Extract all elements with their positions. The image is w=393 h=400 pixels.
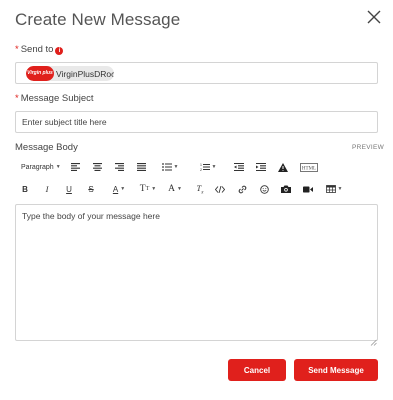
warning-icon[interactable] (277, 159, 289, 175)
camera-icon[interactable] (280, 181, 292, 197)
svg-text:1: 1 (200, 163, 202, 167)
chevron-down-icon: ▼ (55, 164, 61, 170)
message-body-textarea[interactable] (15, 204, 378, 341)
align-center-icon[interactable] (91, 159, 103, 175)
clear-format-icon[interactable]: Tx (194, 181, 206, 197)
recipient-logo: Virgin plus (26, 66, 54, 81)
emoji-icon[interactable] (258, 181, 270, 197)
link-icon[interactable] (236, 181, 248, 197)
table-icon[interactable]: ▼ (323, 181, 345, 197)
font-size-icon[interactable]: TT ▼ (137, 181, 159, 197)
close-icon[interactable] (365, 8, 383, 26)
italic-glyph: I (45, 184, 49, 194)
subject-label-text: Message Subject (20, 93, 94, 104)
chevron-down-icon: ▼ (176, 186, 182, 192)
paragraph-format-label: Paragraph (21, 163, 54, 171)
html-label: HTML (302, 166, 316, 171)
required-mark: * (15, 44, 19, 55)
send-to-label: * Send to i (15, 44, 64, 55)
video-icon[interactable] (302, 181, 314, 197)
send-message-button[interactable]: Send Message (294, 359, 378, 381)
resize-handle-icon[interactable] (370, 333, 377, 346)
bold-icon[interactable]: B (20, 181, 30, 197)
chevron-down-icon: ▼ (151, 186, 157, 192)
underline-icon[interactable]: U (64, 181, 74, 197)
font-family-icon[interactable]: A ▼ (165, 181, 185, 197)
subject-input[interactable] (15, 111, 378, 133)
recipient-chip[interactable]: Virgin plus VirginPlusDRock (26, 66, 114, 81)
cancel-button[interactable]: Cancel (228, 359, 286, 381)
align-left-icon[interactable] (69, 159, 81, 175)
subject-label: * Message Subject (15, 93, 94, 104)
text-color-glyph: A (112, 184, 119, 194)
align-justify-icon[interactable] (135, 159, 147, 175)
code-icon[interactable] (214, 181, 226, 197)
recipient-name: VirginPlusDRock (56, 68, 114, 79)
underline-glyph: U (66, 184, 72, 194)
clear-format-glyph: Tx (196, 182, 204, 196)
toolbar-row-2: B I U S A ▼ TT ▼ A ▼ Tx ▼ (15, 181, 355, 197)
outdent-icon[interactable] (233, 159, 245, 175)
text-color-icon[interactable]: A ▼ (107, 181, 131, 197)
html-icon[interactable]: HTML (299, 159, 319, 175)
strikethrough-glyph: S (88, 184, 94, 194)
ordered-list-icon[interactable]: 12 ▼ (195, 159, 221, 175)
chevron-down-icon: ▼ (173, 164, 179, 170)
send-to-label-text: Send to (20, 44, 54, 55)
dialog-title: Create New Message (15, 10, 181, 29)
chevron-down-icon: ▼ (120, 186, 126, 192)
indent-icon[interactable] (255, 159, 267, 175)
strikethrough-icon[interactable]: S (86, 181, 96, 197)
unordered-list-icon[interactable]: ▼ (157, 159, 183, 175)
required-mark: * (15, 93, 19, 104)
info-icon[interactable]: i (55, 47, 64, 55)
chevron-down-icon: ▼ (337, 186, 343, 192)
preview-link[interactable]: PREVIEW (352, 144, 384, 151)
bold-glyph: B (22, 184, 28, 194)
font-size-small-glyph: T (145, 186, 150, 192)
send-to-field[interactable]: Virgin plus VirginPlusDRock (15, 62, 378, 84)
chevron-down-icon: ▼ (211, 164, 217, 170)
svg-text:2: 2 (200, 168, 202, 171)
align-right-icon[interactable] (113, 159, 125, 175)
toolbar-row-1: Paragraph ▼ ▼ 12 ▼ HTML (15, 159, 355, 175)
italic-icon[interactable]: I (42, 181, 52, 197)
body-label: Message Body (15, 142, 78, 153)
paragraph-format-select[interactable]: Paragraph ▼ (21, 159, 61, 175)
font-family-glyph: A (168, 184, 175, 194)
